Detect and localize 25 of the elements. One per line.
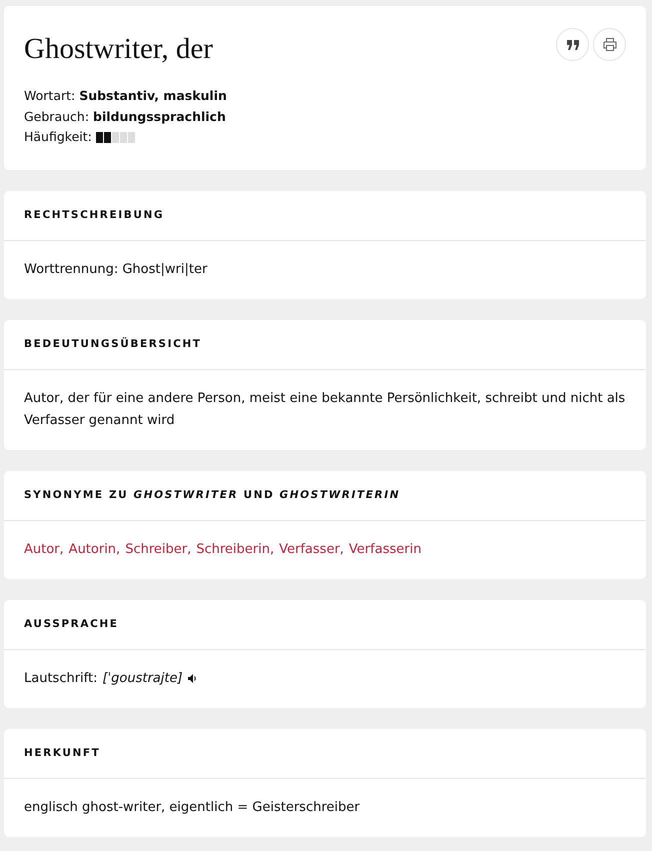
section-heading: HERKUNFT (24, 747, 100, 759)
print-button[interactable] (593, 28, 626, 61)
entry-title: Ghostwriter, der (24, 32, 213, 66)
synonym-link[interactable]: Autor, (24, 538, 64, 560)
section-heading: AUSSPRACHE (24, 618, 119, 630)
frequency-label: Häufigkeit: (24, 128, 92, 146)
ipa-transcription: [ˈgoustrajte] (102, 670, 183, 688)
pronunciation-label: Lautschrift: (24, 670, 98, 688)
printer-icon (602, 38, 616, 51)
fact-line: Wortart: Substantiv, maskulin (24, 87, 228, 105)
synonym-link[interactable]: Autorin, (68, 538, 120, 560)
section-heading: BEDEUTUNGSÜBERSICHT (24, 338, 202, 350)
synonym-link[interactable]: Schreiberin, (196, 538, 274, 560)
section-text: Worttrennung: Ghost|wri|ter (24, 260, 208, 278)
synonym-link[interactable]: Verfasserin (348, 538, 422, 560)
quote-icon (566, 40, 578, 50)
section-heading: RECHTSCHREIBUNG (24, 209, 164, 221)
fact-line: Gebrauch: bildungssprachlich (24, 108, 227, 126)
synonym-link[interactable]: Verfasser, (279, 538, 344, 560)
synonym-link[interactable]: Schreiber, (125, 538, 192, 560)
quote-button[interactable] (556, 28, 589, 61)
section-text: englisch ghost-writer, eigentlich = Geisterschreiber (24, 798, 361, 816)
section-heading: SYNONYME ZU GHOSTWRITER UND GHOSTWRITERIN (24, 489, 400, 501)
section-text: Autor, der für eine andere Person, meist eine bekannte Persönlichkeit, schreibt und nicht als Verfasser genannt wird (24, 390, 626, 430)
speaker-icon[interactable] (188, 674, 197, 683)
